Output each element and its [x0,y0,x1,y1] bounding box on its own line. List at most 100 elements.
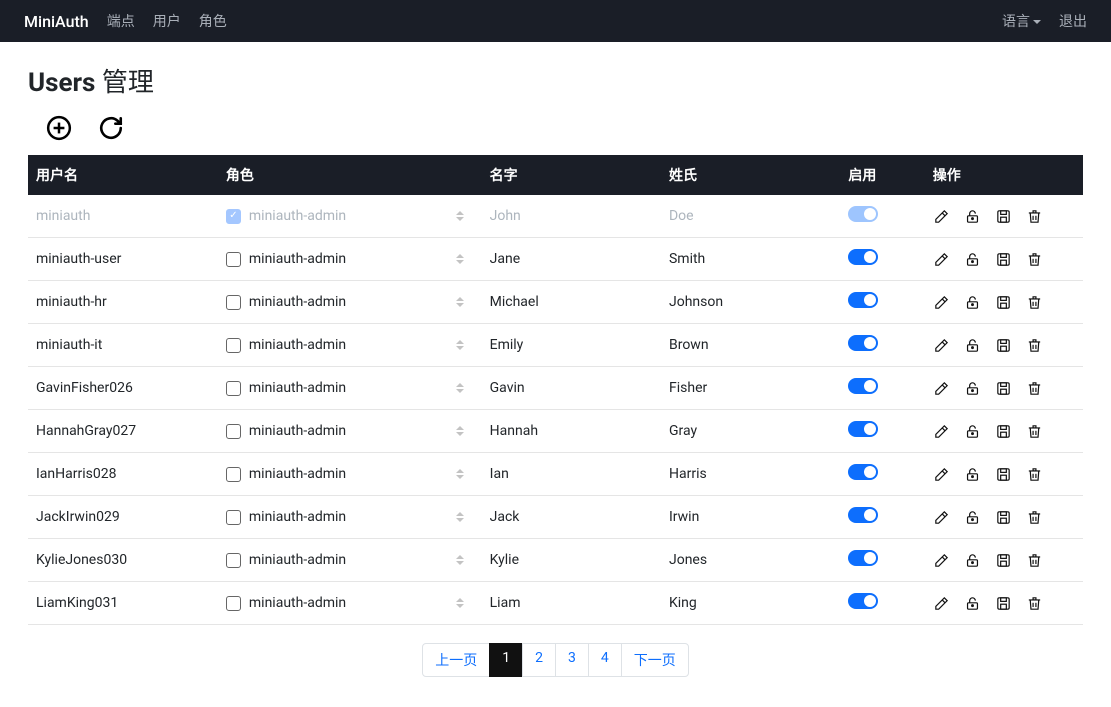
cell-username: GavinFisher026 [28,367,218,410]
unlock-button[interactable] [964,294,981,311]
role-select[interactable]: miniauth-admin [226,466,474,482]
unlock-button[interactable] [964,423,981,440]
cell-lastname: Doe [661,195,840,238]
save-button[interactable] [995,595,1012,612]
role-checkbox[interactable] [226,252,241,267]
delete-button[interactable] [1026,552,1043,569]
edit-button[interactable] [933,509,950,526]
page-4[interactable]: 4 [588,643,622,677]
nav-link-endpoints[interactable]: 端点 [107,11,135,31]
table-row: miniauth-itminiauth-adminEmilyBrown [28,324,1083,367]
page-2[interactable]: 2 [522,643,556,677]
edit-button[interactable] [933,294,950,311]
role-checkbox[interactable] [226,338,241,353]
refresh-button[interactable] [98,115,124,141]
save-button[interactable] [995,423,1012,440]
edit-button[interactable] [933,337,950,354]
page-1[interactable]: 1 [489,643,523,677]
role-checkbox[interactable] [226,381,241,396]
cell-username: miniauth-hr [28,281,218,324]
save-button[interactable] [995,337,1012,354]
row-actions [933,294,1075,311]
edit-button[interactable] [933,595,950,612]
unlock-button[interactable] [964,552,981,569]
save-button[interactable] [995,208,1012,225]
role-checkbox[interactable] [226,510,241,525]
role-checkbox[interactable] [226,596,241,611]
role-checkbox[interactable] [226,424,241,439]
table-row: miniauthminiauth-adminJohnDoe [28,195,1083,238]
enable-toggle[interactable] [848,421,878,437]
enable-toggle[interactable] [848,206,878,222]
delete-button[interactable] [1026,509,1043,526]
toolbar [46,115,1083,141]
delete-button[interactable] [1026,380,1043,397]
edit-button[interactable] [933,466,950,483]
role-label: miniauth-admin [249,509,346,525]
save-button[interactable] [995,380,1012,397]
cell-lastname: Jones [661,539,840,582]
role-select[interactable]: miniauth-admin [226,251,474,267]
save-button[interactable] [995,466,1012,483]
unlock-button[interactable] [964,509,981,526]
enable-toggle[interactable] [848,378,878,394]
delete-button[interactable] [1026,251,1043,268]
chevron-down-icon [1033,20,1041,24]
role-select[interactable]: miniauth-admin [226,337,474,353]
add-button[interactable] [46,115,72,141]
unlock-button[interactable] [964,466,981,483]
role-select[interactable]: miniauth-admin [226,595,474,611]
save-button[interactable] [995,552,1012,569]
role-select[interactable]: miniauth-admin [226,423,474,439]
role-label: miniauth-admin [249,552,346,568]
delete-button[interactable] [1026,466,1043,483]
logout-link[interactable]: 退出 [1059,11,1087,31]
role-label: miniauth-admin [249,380,346,396]
role-select[interactable]: miniauth-admin [226,509,474,525]
edit-button[interactable] [933,552,950,569]
role-select[interactable]: miniauth-admin [226,380,474,396]
page-prev[interactable]: 上一页 [422,643,490,677]
cell-firstname: John [482,195,661,238]
role-checkbox[interactable] [226,209,241,224]
enable-toggle[interactable] [848,335,878,351]
role-checkbox[interactable] [226,467,241,482]
role-select[interactable]: miniauth-admin [226,552,474,568]
delete-button[interactable] [1026,595,1043,612]
delete-button[interactable] [1026,423,1043,440]
role-select[interactable]: miniauth-admin [226,294,474,310]
header-actions: 操作 [925,155,1083,195]
unlock-button[interactable] [964,337,981,354]
edit-button[interactable] [933,251,950,268]
nav-link-users[interactable]: 用户 [153,11,181,31]
language-dropdown[interactable]: 语言 [1002,11,1041,31]
unlock-button[interactable] [964,251,981,268]
role-checkbox[interactable] [226,553,241,568]
enable-toggle[interactable] [848,593,878,609]
enable-toggle[interactable] [848,507,878,523]
delete-button[interactable] [1026,337,1043,354]
delete-button[interactable] [1026,208,1043,225]
enable-toggle[interactable] [848,249,878,265]
page-next[interactable]: 下一页 [621,643,689,677]
edit-button[interactable] [933,380,950,397]
save-button[interactable] [995,294,1012,311]
table-row: miniauth-userminiauth-adminJaneSmith [28,238,1083,281]
edit-button[interactable] [933,208,950,225]
save-button[interactable] [995,251,1012,268]
enable-toggle[interactable] [848,464,878,480]
save-button[interactable] [995,509,1012,526]
edit-button[interactable] [933,423,950,440]
unlock-button[interactable] [964,595,981,612]
nav-link-roles[interactable]: 角色 [199,11,227,31]
role-select[interactable]: miniauth-admin [226,208,474,224]
enable-toggle[interactable] [848,292,878,308]
delete-button[interactable] [1026,294,1043,311]
page-3[interactable]: 3 [555,643,589,677]
navbar-brand[interactable]: MiniAuth [24,12,89,31]
cell-firstname: Jane [482,238,661,281]
unlock-button[interactable] [964,380,981,397]
unlock-button[interactable] [964,208,981,225]
enable-toggle[interactable] [848,550,878,566]
role-checkbox[interactable] [226,295,241,310]
